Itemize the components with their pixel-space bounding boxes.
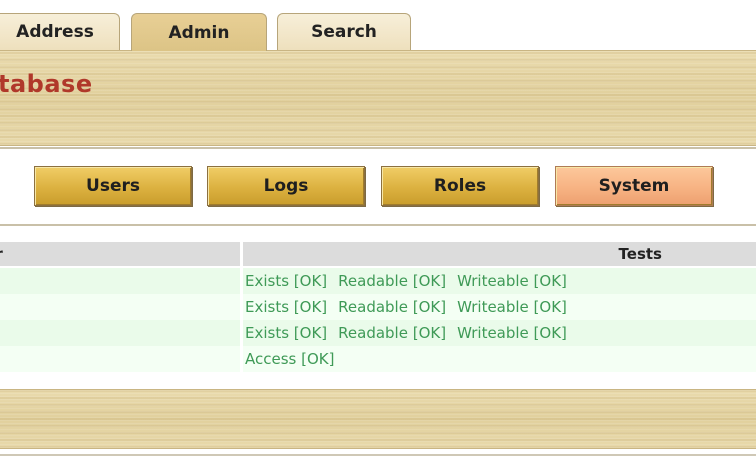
buttons-divider [0,224,756,226]
test-result: Access [OK] [245,350,335,368]
test-result: Writeable [OK] [457,272,567,290]
tab-search-label: Search [311,22,377,42]
tab-address-label: Address [16,22,94,42]
users-button[interactable]: Users [34,166,192,206]
test-result: Writeable [OK] [457,298,567,316]
users-button-label: Users [86,176,140,196]
test-result: Exists [OK] [245,298,328,316]
system-button-label: System [598,176,670,196]
tab-address[interactable]: Address [0,13,120,50]
logs-button[interactable]: Logs [207,166,365,206]
test-result: Exists [OK] [245,324,328,342]
test-result: Writeable [OK] [457,324,567,342]
roles-button[interactable]: Roles [381,166,539,206]
header-divider [0,147,756,149]
table-row: Exists [OK] Readable [OK] Writeable [OK] [0,294,756,320]
test-result: Exists [OK] [245,272,328,290]
tests-cell: Exists [OK] Readable [OK] Writeable [OK] [243,294,756,320]
tests-cell: Exists [OK] Readable [OK] Writeable [OK] [243,268,756,294]
column-header-tests-label: Tests [618,245,662,263]
test-result: Readable [OK] [338,272,447,290]
test-result: Readable [OK] [338,324,447,342]
parameter-cell [0,346,240,372]
logs-button-label: Logs [263,176,309,196]
table-row: Access [OK] [0,346,756,372]
roles-button-label: Roles [433,176,487,196]
header-band [0,50,756,146]
table-row: Exists [OK] Readable [OK] Writeable [OK] [0,268,756,294]
tab-search[interactable]: Search [277,13,411,50]
parameter-cell [0,268,240,294]
column-header-parameter-label: ter [0,245,3,263]
tab-admin-label: Admin [168,22,230,43]
footer-band [0,389,756,449]
parameter-cell [0,294,240,320]
test-result: Readable [OK] [338,298,447,316]
footer-divider [0,454,756,456]
system-button[interactable]: System [555,166,713,206]
tab-admin[interactable]: Admin [131,13,267,51]
tests-cell: Access [OK] [243,346,756,372]
tests-cell: Exists [OK] Readable [OK] Writeable [OK] [243,320,756,346]
page-title: tabase [0,70,93,98]
column-header-tests: Tests [243,242,756,266]
column-header-parameter: ter [0,242,240,266]
parameter-cell [0,320,240,346]
table-row: Exists [OK] Readable [OK] Writeable [OK] [0,320,756,346]
